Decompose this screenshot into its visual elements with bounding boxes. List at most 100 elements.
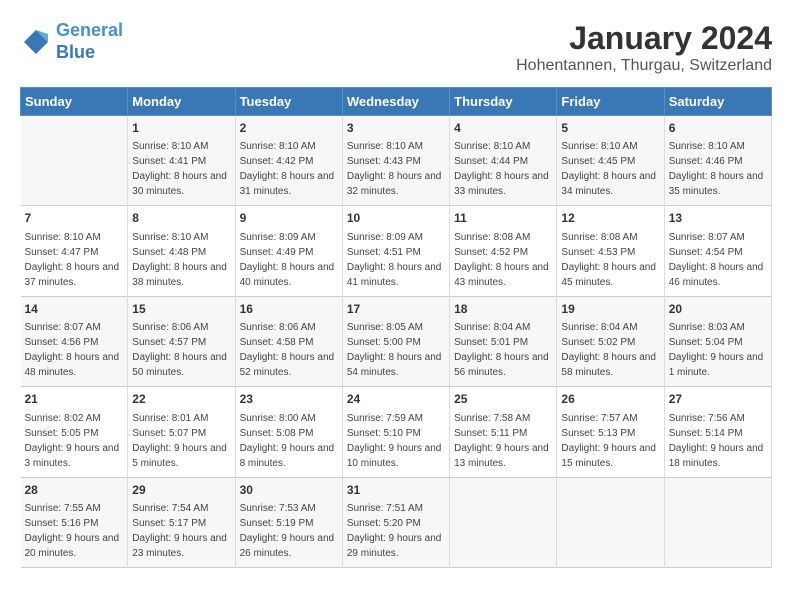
day-number: 14 xyxy=(25,301,124,318)
calendar-cell xyxy=(557,477,664,567)
calendar-cell: 8 Sunrise: 8:10 AMSunset: 4:48 PMDaylight… xyxy=(128,206,235,296)
title-block: January 2024 Hohentannen, Thurgau, Switz… xyxy=(516,20,772,75)
day-number: 1 xyxy=(132,120,230,137)
day-number: 8 xyxy=(132,210,230,227)
day-number: 29 xyxy=(132,482,230,499)
day-number: 21 xyxy=(25,391,124,408)
header-day-wednesday: Wednesday xyxy=(342,88,449,116)
day-number: 17 xyxy=(347,301,445,318)
calendar-cell: 22Sunrise: 8:01 AMSunset: 5:07 PMDayligh… xyxy=(128,387,235,477)
day-number: 25 xyxy=(454,391,552,408)
cell-content: Sunrise: 7:58 AMSunset: 5:11 PMDaylight:… xyxy=(454,411,552,471)
calendar-cell: 13 Sunrise: 8:07 AMSunset: 4:54 PMDayligh… xyxy=(664,206,771,296)
day-number: 11 xyxy=(454,210,552,227)
calendar-cell xyxy=(21,116,128,206)
header-row: SundayMondayTuesdayWednesdayThursdayFrid… xyxy=(21,88,772,116)
header-day-tuesday: Tuesday xyxy=(235,88,342,116)
cell-content: Sunrise: 8:09 AMSunset: 4:49 PMDaylight:… xyxy=(240,230,338,290)
day-number: 15 xyxy=(132,301,230,318)
cell-content: Sunrise: 7:51 AMSunset: 5:20 PMDaylight:… xyxy=(347,501,445,561)
cell-content: Sunrise: 8:04 AMSunset: 5:01 PMDaylight:… xyxy=(454,320,552,380)
cell-content: Sunrise: 8:10 AMSunset: 4:43 PMDaylight:… xyxy=(347,139,445,199)
calendar-cell: 30 Sunrise: 7:53 AMSunset: 5:19 PMDayligh… xyxy=(235,477,342,567)
calendar-cell: 16 Sunrise: 8:06 AMSunset: 4:58 PMDayligh… xyxy=(235,296,342,386)
calendar-cell: 6Sunrise: 8:10 AMSunset: 4:46 PMDaylight… xyxy=(664,116,771,206)
cell-content: Sunrise: 8:08 AMSunset: 4:52 PMDaylight:… xyxy=(454,230,552,290)
cell-content: Sunrise: 8:07 AMSunset: 4:56 PMDaylight:… xyxy=(25,320,124,380)
logo-icon xyxy=(20,26,52,58)
calendar-cell: 12Sunrise: 8:08 AMSunset: 4:53 PMDayligh… xyxy=(557,206,664,296)
header-day-saturday: Saturday xyxy=(664,88,771,116)
cell-content: Sunrise: 8:10 AMSunset: 4:45 PMDaylight:… xyxy=(561,139,659,199)
page-header: General Blue January 2024 Hohentannen, T… xyxy=(20,20,772,75)
calendar-cell: 20Sunrise: 8:03 AMSunset: 5:04 PMDayligh… xyxy=(664,296,771,386)
calendar-cell xyxy=(450,477,557,567)
logo-line1: General xyxy=(56,20,123,40)
logo-line2: Blue xyxy=(56,42,95,62)
cell-content: Sunrise: 8:01 AMSunset: 5:07 PMDaylight:… xyxy=(132,411,230,471)
day-number: 2 xyxy=(240,120,338,137)
calendar-cell: 29 Sunrise: 7:54 AMSunset: 5:17 PMDayligh… xyxy=(128,477,235,567)
day-number: 3 xyxy=(347,120,445,137)
day-number: 30 xyxy=(240,482,338,499)
header-day-sunday: Sunday xyxy=(21,88,128,116)
calendar-title: January 2024 xyxy=(516,20,772,57)
calendar-cell: 26Sunrise: 7:57 AMSunset: 5:13 PMDayligh… xyxy=(557,387,664,477)
day-number: 10 xyxy=(347,210,445,227)
cell-content: Sunrise: 7:57 AMSunset: 5:13 PMDaylight:… xyxy=(561,411,659,471)
calendar-cell: 23Sunrise: 8:00 AMSunset: 5:08 PMDayligh… xyxy=(235,387,342,477)
calendar-cell: 3 Sunrise: 8:10 AMSunset: 4:43 PMDaylight… xyxy=(342,116,449,206)
calendar-subtitle: Hohentannen, Thurgau, Switzerland xyxy=(516,57,772,75)
calendar-cell: 17Sunrise: 8:05 AMSunset: 5:00 PMDayligh… xyxy=(342,296,449,386)
cell-content: Sunrise: 8:10 AMSunset: 4:44 PMDaylight:… xyxy=(454,139,552,199)
calendar-cell: 25 Sunrise: 7:58 AMSunset: 5:11 PMDayligh… xyxy=(450,387,557,477)
cell-content: Sunrise: 8:07 AMSunset: 4:54 PMDaylight:… xyxy=(669,230,767,290)
week-row-0: 1 Sunrise: 8:10 AMSunset: 4:41 PMDaylight… xyxy=(21,116,772,206)
day-number: 28 xyxy=(25,482,124,499)
day-number: 13 xyxy=(669,210,767,227)
week-row-4: 28 Sunrise: 7:55 AMSunset: 5:16 PMDayligh… xyxy=(21,477,772,567)
day-number: 9 xyxy=(240,210,338,227)
day-number: 16 xyxy=(240,301,338,318)
day-number: 23 xyxy=(240,391,338,408)
day-number: 4 xyxy=(454,120,552,137)
calendar-table: SundayMondayTuesdayWednesdayThursdayFrid… xyxy=(20,87,772,568)
day-number: 31 xyxy=(347,482,445,499)
cell-content: Sunrise: 8:08 AMSunset: 4:53 PMDaylight:… xyxy=(561,230,659,290)
cell-content: Sunrise: 7:59 AMSunset: 5:10 PMDaylight:… xyxy=(347,411,445,471)
calendar-cell: 18 Sunrise: 8:04 AMSunset: 5:01 PMDayligh… xyxy=(450,296,557,386)
calendar-cell: 27Sunrise: 7:56 AMSunset: 5:14 PMDayligh… xyxy=(664,387,771,477)
cell-content: Sunrise: 7:53 AMSunset: 5:19 PMDaylight:… xyxy=(240,501,338,561)
day-number: 19 xyxy=(561,301,659,318)
cell-content: Sunrise: 8:10 AMSunset: 4:41 PMDaylight:… xyxy=(132,139,230,199)
calendar-cell: 9 Sunrise: 8:09 AMSunset: 4:49 PMDaylight… xyxy=(235,206,342,296)
calendar-cell: 10 Sunrise: 8:09 AMSunset: 4:51 PMDayligh… xyxy=(342,206,449,296)
cell-content: Sunrise: 7:55 AMSunset: 5:16 PMDaylight:… xyxy=(25,501,124,561)
calendar-cell: 1 Sunrise: 8:10 AMSunset: 4:41 PMDaylight… xyxy=(128,116,235,206)
logo: General Blue xyxy=(20,20,123,63)
calendar-cell xyxy=(664,477,771,567)
cell-content: Sunrise: 8:02 AMSunset: 5:05 PMDaylight:… xyxy=(25,411,124,471)
logo-text: General Blue xyxy=(56,20,123,63)
cell-content: Sunrise: 7:56 AMSunset: 5:14 PMDaylight:… xyxy=(669,411,767,471)
cell-content: Sunrise: 7:54 AMSunset: 5:17 PMDaylight:… xyxy=(132,501,230,561)
day-number: 18 xyxy=(454,301,552,318)
cell-content: Sunrise: 8:10 AMSunset: 4:46 PMDaylight:… xyxy=(669,139,767,199)
cell-content: Sunrise: 8:10 AMSunset: 4:48 PMDaylight:… xyxy=(132,230,230,290)
week-row-1: 7Sunrise: 8:10 AMSunset: 4:47 PMDaylight… xyxy=(21,206,772,296)
calendar-cell: 14 Sunrise: 8:07 AMSunset: 4:56 PMDayligh… xyxy=(21,296,128,386)
calendar-cell: 4 Sunrise: 8:10 AMSunset: 4:44 PMDaylight… xyxy=(450,116,557,206)
cell-content: Sunrise: 8:10 AMSunset: 4:42 PMDaylight:… xyxy=(240,139,338,199)
day-number: 20 xyxy=(669,301,767,318)
day-number: 5 xyxy=(561,120,659,137)
week-row-3: 21 Sunrise: 8:02 AMSunset: 5:05 PMDayligh… xyxy=(21,387,772,477)
header-day-monday: Monday xyxy=(128,88,235,116)
calendar-cell: 2 Sunrise: 8:10 AMSunset: 4:42 PMDaylight… xyxy=(235,116,342,206)
cell-content: Sunrise: 8:09 AMSunset: 4:51 PMDaylight:… xyxy=(347,230,445,290)
cell-content: Sunrise: 8:10 AMSunset: 4:47 PMDaylight:… xyxy=(25,230,124,290)
calendar-cell: 7Sunrise: 8:10 AMSunset: 4:47 PMDaylight… xyxy=(21,206,128,296)
cell-content: Sunrise: 8:06 AMSunset: 4:58 PMDaylight:… xyxy=(240,320,338,380)
cell-content: Sunrise: 8:06 AMSunset: 4:57 PMDaylight:… xyxy=(132,320,230,380)
calendar-cell: 28 Sunrise: 7:55 AMSunset: 5:16 PMDayligh… xyxy=(21,477,128,567)
day-number: 24 xyxy=(347,391,445,408)
